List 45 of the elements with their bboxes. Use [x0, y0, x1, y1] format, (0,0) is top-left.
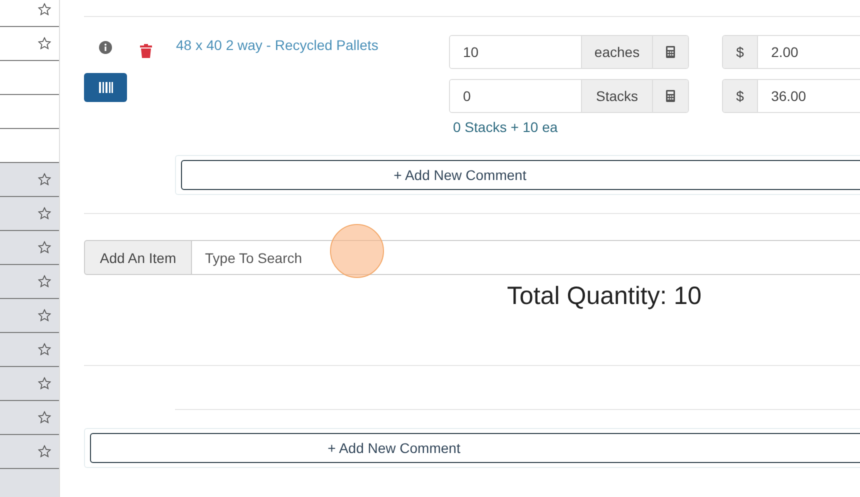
product-link[interactable]: 48 x 40 2 way - Recycled Pallets: [176, 35, 378, 53]
barcode-icon: [98, 82, 112, 93]
sidebar-row[interactable]: [0, 265, 59, 299]
sidebar-row[interactable]: [0, 0, 59, 27]
price-input-group[interactable]: $ 36.00: [722, 79, 860, 113]
unit-label: Stacks: [581, 80, 652, 112]
add-item-label: Add An Item: [84, 240, 192, 275]
star-icon[interactable]: [38, 377, 51, 390]
star-icon[interactable]: [38, 343, 51, 356]
barcode-button[interactable]: [84, 73, 127, 102]
sidebar-row[interactable]: [0, 197, 59, 231]
unit-label: eaches: [581, 36, 652, 68]
trash-icon[interactable]: [140, 44, 152, 58]
star-icon[interactable]: [38, 445, 51, 458]
info-icon[interactable]: [99, 41, 112, 54]
star-icon[interactable]: [38, 241, 51, 254]
calculator-button[interactable]: [652, 80, 688, 112]
total-quantity: Total Quantity: 10: [507, 282, 703, 311]
add-comment-button[interactable]: + Add New Comment: [181, 160, 860, 190]
sidebar-row[interactable]: [0, 367, 59, 401]
calculator-icon: [666, 46, 675, 58]
sidebar-row[interactable]: [0, 333, 59, 367]
star-icon[interactable]: [38, 411, 51, 424]
quantity-input-group[interactable]: 10 eaches: [449, 35, 689, 69]
sidebar-row[interactable]: [0, 299, 59, 333]
currency-label: $: [723, 36, 758, 68]
click-indicator: [330, 224, 384, 278]
sidebar-row[interactable]: [0, 163, 59, 197]
currency-label: $: [723, 80, 758, 112]
sidebar-row[interactable]: [0, 401, 59, 435]
quantity-input-group[interactable]: 0 Stacks: [449, 79, 689, 113]
search-field[interactable]: Type To Search: [192, 240, 860, 275]
star-icon[interactable]: [38, 173, 51, 186]
calculator-icon: [666, 90, 675, 102]
quantity-summary: 0 Stacks + 10 ea: [452, 119, 559, 135]
price-input-group[interactable]: $ 2.00: [722, 35, 860, 69]
calculator-button[interactable]: [652, 36, 688, 68]
star-icon[interactable]: [38, 309, 51, 322]
star-icon[interactable]: [38, 3, 51, 16]
star-icon[interactable]: [38, 275, 51, 288]
star-icon[interactable]: [38, 37, 51, 50]
sidebar-row[interactable]: [0, 435, 59, 469]
star-icon[interactable]: [38, 207, 51, 220]
sidebar-row[interactable]: [0, 231, 59, 265]
add-comment-button[interactable]: + Add New Comment: [90, 433, 860, 463]
